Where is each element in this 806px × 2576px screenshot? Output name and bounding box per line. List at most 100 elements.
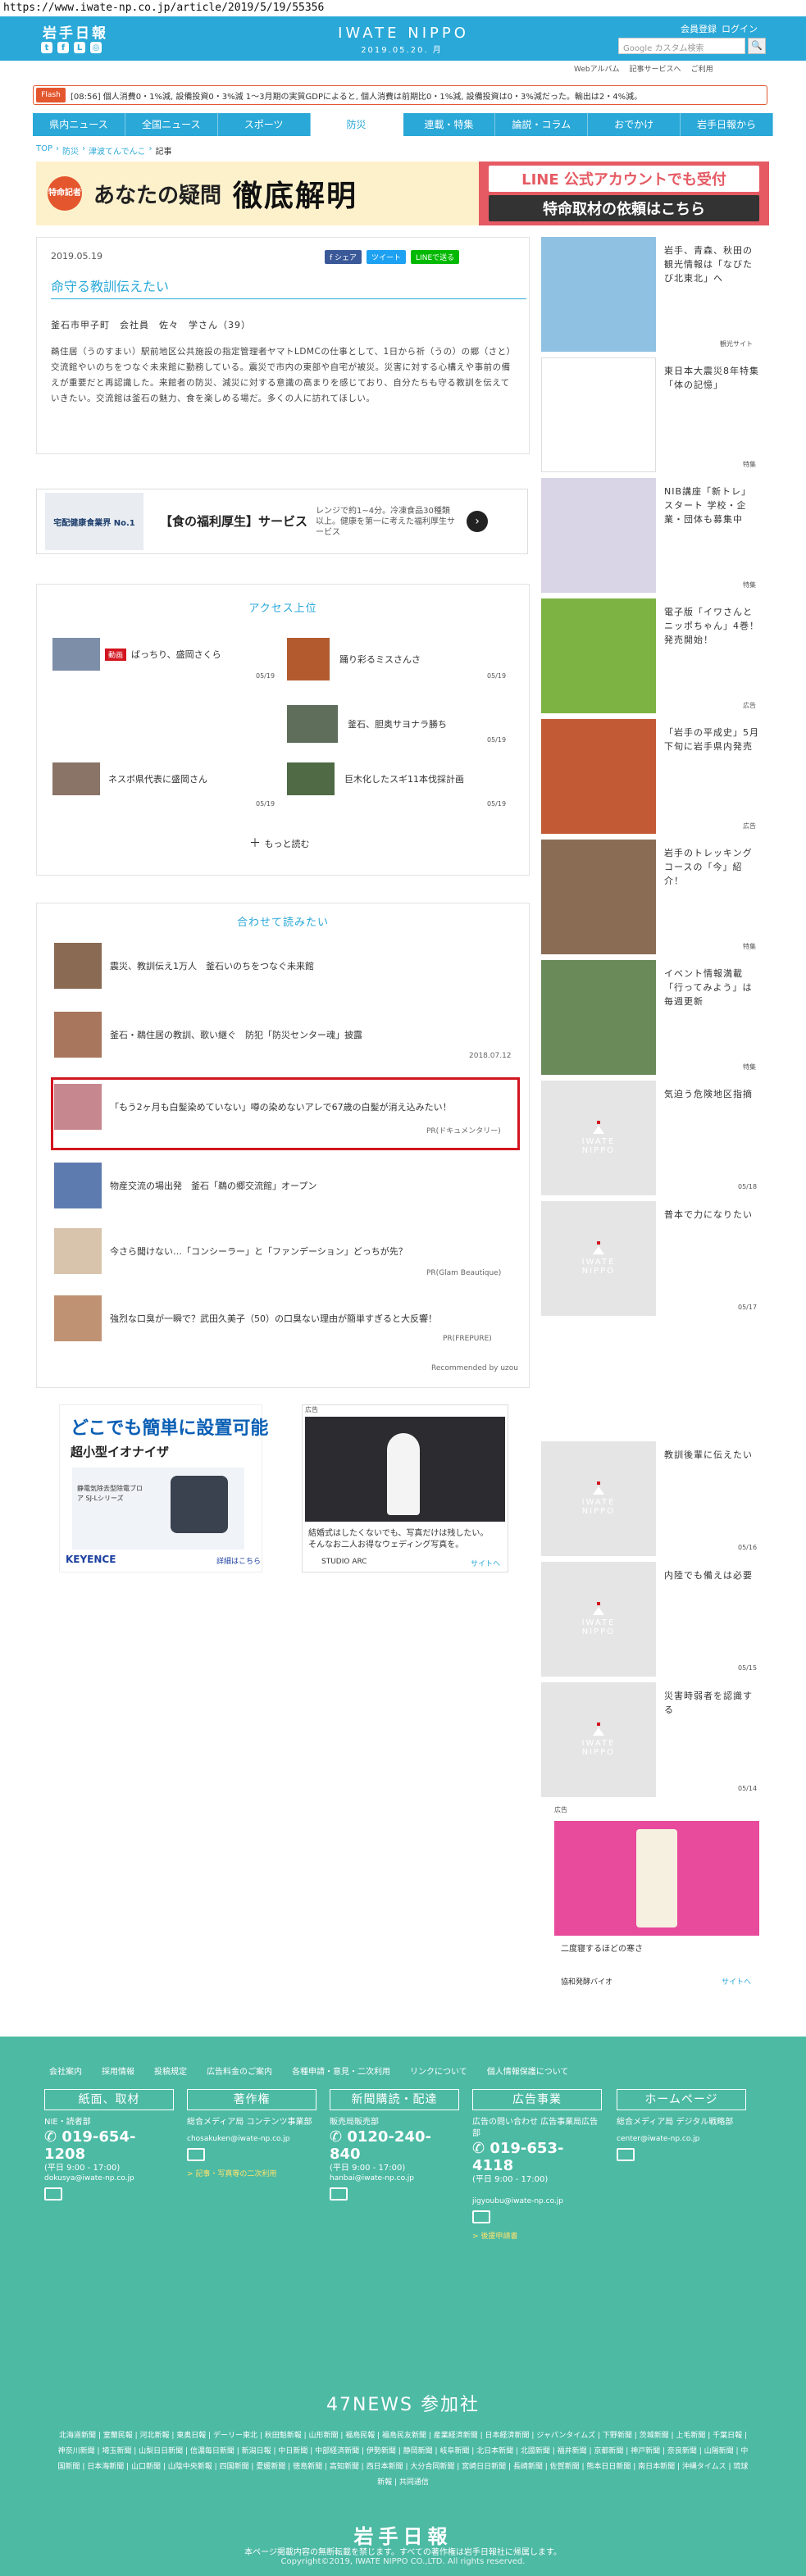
- nav-from-nippo[interactable]: 岩手日報から: [681, 113, 773, 136]
- nav-outing[interactable]: おでかけ: [588, 113, 681, 136]
- sidebar-item-title: NIB講座「新トレ」スタート 学校・企業・団体も募集中: [664, 486, 752, 525]
- nav-series[interactable]: 連載・特集: [403, 113, 496, 136]
- twitter-icon[interactable]: t: [41, 42, 52, 53]
- footer-col-copyright: 著作権 総合メディア局 コンテンツ事業部 chosakuken@iwate-np…: [187, 2089, 316, 2178]
- footer-email[interactable]: dokusya@iwate-np.co.jp: [44, 2174, 174, 2182]
- member-links: 会員登録 ログイン: [681, 22, 758, 35]
- sidebar-item[interactable]: NIB講座「新トレ」スタート 学校・企業・団体も募集中: [541, 478, 767, 593]
- main-nav: 県内ニュース 全国ニュース スポーツ 防災 連載・特集 論説・コラム おでかけ …: [33, 113, 773, 136]
- recommend-item[interactable]: 震災、教訓伝え1万人 釜石いのちをつなぐ未来館: [54, 943, 513, 989]
- mail-icon[interactable]: [187, 2148, 205, 2161]
- sidebar-item[interactable]: 電子版「イワさんとニッポちゃん」4巻！発売開始！: [541, 598, 767, 713]
- crumb-disaster[interactable]: 防災: [62, 144, 79, 157]
- footer-link-posting[interactable]: 投稿規定: [154, 2064, 187, 2077]
- footer-email[interactable]: jigyoubu@iwate-np.co.jp: [472, 2197, 602, 2205]
- mail-icon[interactable]: [330, 2187, 348, 2201]
- footer-email[interactable]: hanbai@iwate-np.co.jp: [330, 2174, 459, 2182]
- facebook-icon[interactable]: f: [57, 42, 69, 53]
- search-input[interactable]: Google カスタム検索: [618, 38, 745, 54]
- recommend-thumb: [54, 1012, 102, 1058]
- footer-link-privacy[interactable]: 個人情報保護について: [487, 2064, 569, 2077]
- sidebar-item[interactable]: 岩手のトレッキングコースの「今」紹介！: [541, 840, 767, 954]
- nav-disaster[interactable]: 防災: [310, 113, 403, 136]
- footer-email[interactable]: center@iwate-np.co.jp: [617, 2135, 746, 2143]
- sidebar-thumb: [541, 598, 656, 713]
- footer-link-applications[interactable]: 各種申請・意見・二次利用: [292, 2064, 390, 2077]
- sidebar-item[interactable]: IWATE NIPPO 災害時弱者を認識する: [541, 1682, 767, 1797]
- recommend-item[interactable]: 「もう2ヶ月も白髪染めていない」噂の染めないアレで67歳の白髪が消え込みたい！: [54, 1084, 489, 1130]
- footer-col-title: 広告事業: [472, 2089, 602, 2110]
- ad-keyence-more[interactable]: 詳細はこちら: [216, 1555, 261, 1566]
- subnav-album[interactable]: Webアルバム: [574, 63, 620, 74]
- sidebar-item[interactable]: IWATE NIPPO 教訓後輩に伝えたい: [541, 1441, 767, 1556]
- crumb-top[interactable]: TOP: [36, 144, 52, 157]
- mail-icon[interactable]: [472, 2210, 490, 2223]
- footer-secondary-link[interactable]: > 記事・写真等の二次利用: [187, 2168, 316, 2178]
- brand-name[interactable]: IWATE NIPPO: [321, 25, 485, 42]
- subnav-service[interactable]: 記事サービスへ: [630, 63, 681, 74]
- footer-link-company[interactable]: 会社案内: [49, 2064, 82, 2077]
- phone-value: 019-653-4118: [472, 2140, 564, 2174]
- ad-wedding-more[interactable]: サイトへ: [471, 1558, 500, 1568]
- flash-ticker[interactable]: Flash [08:56] 個人消費0・1%減, 設備投資0・3%減 1～3月期…: [33, 85, 767, 105]
- promo-banner[interactable]: 特命記者 あなたの疑問 徹底解明 LINE 公式アカウントでも受付 特命取材の依…: [36, 162, 769, 225]
- footer-email[interactable]: chosakuken@iwate-np.co.jp: [187, 2135, 316, 2143]
- ionizer-image: [171, 1476, 228, 1533]
- footer-link-recruit[interactable]: 採用情報: [102, 2064, 134, 2077]
- register-link[interactable]: 会員登録: [681, 22, 717, 35]
- footer-secondary-link[interactable]: > 後援申請書: [472, 2230, 602, 2241]
- sidebar-item[interactable]: 東日本大震災8年特集「体の記憶」: [541, 357, 767, 472]
- subnav-usage[interactable]: ご利用: [691, 63, 713, 74]
- nav-editorial[interactable]: 論説・コラム: [495, 113, 589, 136]
- mail-icon[interactable]: [44, 2187, 62, 2201]
- ranking-item[interactable]: 釜石、胆奥サヨナラ勝ち: [287, 705, 517, 743]
- read-more-link[interactable]: ＋ もっと読む: [249, 835, 309, 851]
- sidebar-item[interactable]: IWATE NIPPO 内陸でも備えは必要: [541, 1562, 767, 1677]
- facebook-share-button[interactable]: f シェア: [325, 250, 362, 264]
- sidebar-tag: 特集: [743, 461, 756, 468]
- ranking-item[interactable]: 踊り彩るミスさんさ: [287, 638, 517, 680]
- ranking-item[interactable]: 動画 ばっちり、盛岡さくら: [52, 638, 282, 671]
- ad-food-service[interactable]: 宅配健康食業界 No.1 【食の福利厚生】サービス レンジで約1~4分。冷凍食品…: [36, 489, 528, 554]
- nav-national-news[interactable]: 全国ニュース: [125, 113, 218, 136]
- nav-local-news[interactable]: 県内ニュース: [33, 113, 125, 136]
- sidebar-item[interactable]: イベント情報満載「行ってみよう」は毎週更新: [541, 960, 767, 1075]
- tweet-button[interactable]: ツイート: [367, 250, 407, 264]
- ranking-item[interactable]: 巨木化したスギ11本伐採計画: [287, 762, 517, 795]
- line-share-button[interactable]: LINEで送る: [411, 250, 460, 264]
- ad-label: 広告: [305, 1406, 318, 1413]
- sidebar-item[interactable]: IWATE NIPPO 気迫う危険地区指摘: [541, 1081, 767, 1195]
- recommend-title: 合わせて読みたい: [236, 917, 329, 929]
- ranking-date: 05/19: [487, 672, 507, 680]
- news-partners-list[interactable]: 北海道新聞 | 室蘭民報 | 河北新報 | 東奥日報 | デーリー東北 | 秋田…: [57, 2428, 749, 2491]
- banner-line-2: 特命取材の依頼はこちら: [489, 195, 759, 221]
- sidebar-item[interactable]: IWATE NIPPO 普本で力になりたい: [541, 1201, 767, 1316]
- sidebar-item[interactable]: 岩手、青森、秋田の観光情報は「なびたび北東北」へ: [541, 237, 767, 352]
- mail-icon[interactable]: [617, 2148, 635, 2161]
- recommend-item[interactable]: 物産交流の場出発 釜石「鵜の郷交流館」オープン: [54, 1163, 513, 1208]
- sidebar-tag: 05/16: [738, 1544, 758, 1551]
- url-bar[interactable]: https://www.iwate-np.co.jp/article/2019/…: [0, 0, 806, 16]
- nav-sports[interactable]: スポーツ: [218, 113, 311, 136]
- instagram-icon[interactable]: ◎: [90, 42, 102, 53]
- flash-text[interactable]: [08:56] 個人消費0・1%減, 設備投資0・3%減 1～3月期の実質GDP…: [71, 89, 642, 102]
- footer-dept: NIE・読者部: [44, 2118, 91, 2127]
- line-icon[interactable]: L: [74, 42, 85, 53]
- footer-dept: 販売局販売部: [330, 2118, 379, 2127]
- ranking-date: 05/19: [256, 800, 275, 808]
- footer-link-linking[interactable]: リンクについて: [410, 2064, 467, 2077]
- sidebar-item[interactable]: 「岩手の平成史」5月下旬に岩手県内発売: [541, 719, 767, 834]
- powered-by[interactable]: Recommended by uzou: [431, 1364, 518, 1372]
- sidebar-ad-more[interactable]: サイトへ: [722, 1976, 751, 1987]
- search-icon[interactable]: 🔍: [748, 38, 766, 54]
- chevron-right-icon[interactable]: ›: [467, 511, 488, 532]
- ranking-item[interactable]: ネスボ県代表に盛岡さん: [52, 762, 282, 795]
- crumb-tendenko[interactable]: 津波てんでんこ: [89, 144, 146, 157]
- ad-wedding-text: 結婚式はしたくないでも、写真だけは残したい。そんなお二人お得なウェディング写真を…: [308, 1529, 489, 1550]
- login-link[interactable]: ログイン: [722, 22, 758, 35]
- recommend-item-title: 強烈な口臭が一瞬で？武田久美子（50）の口臭ない理由が簡単すぎると大反響！: [110, 1313, 437, 1324]
- recommend-item[interactable]: 釜石・鵜住居の教訓、歌い継ぐ 防犯「防災センター魂」披露: [54, 1012, 513, 1058]
- footer-link-ad-rates[interactable]: 広告料金のご案内: [207, 2064, 272, 2077]
- recommend-item[interactable]: 今さら聞けない…「コンシーラー」と「ファンデーション」どっちが先？: [54, 1228, 513, 1274]
- site-logo[interactable]: 岩手日報: [43, 21, 108, 42]
